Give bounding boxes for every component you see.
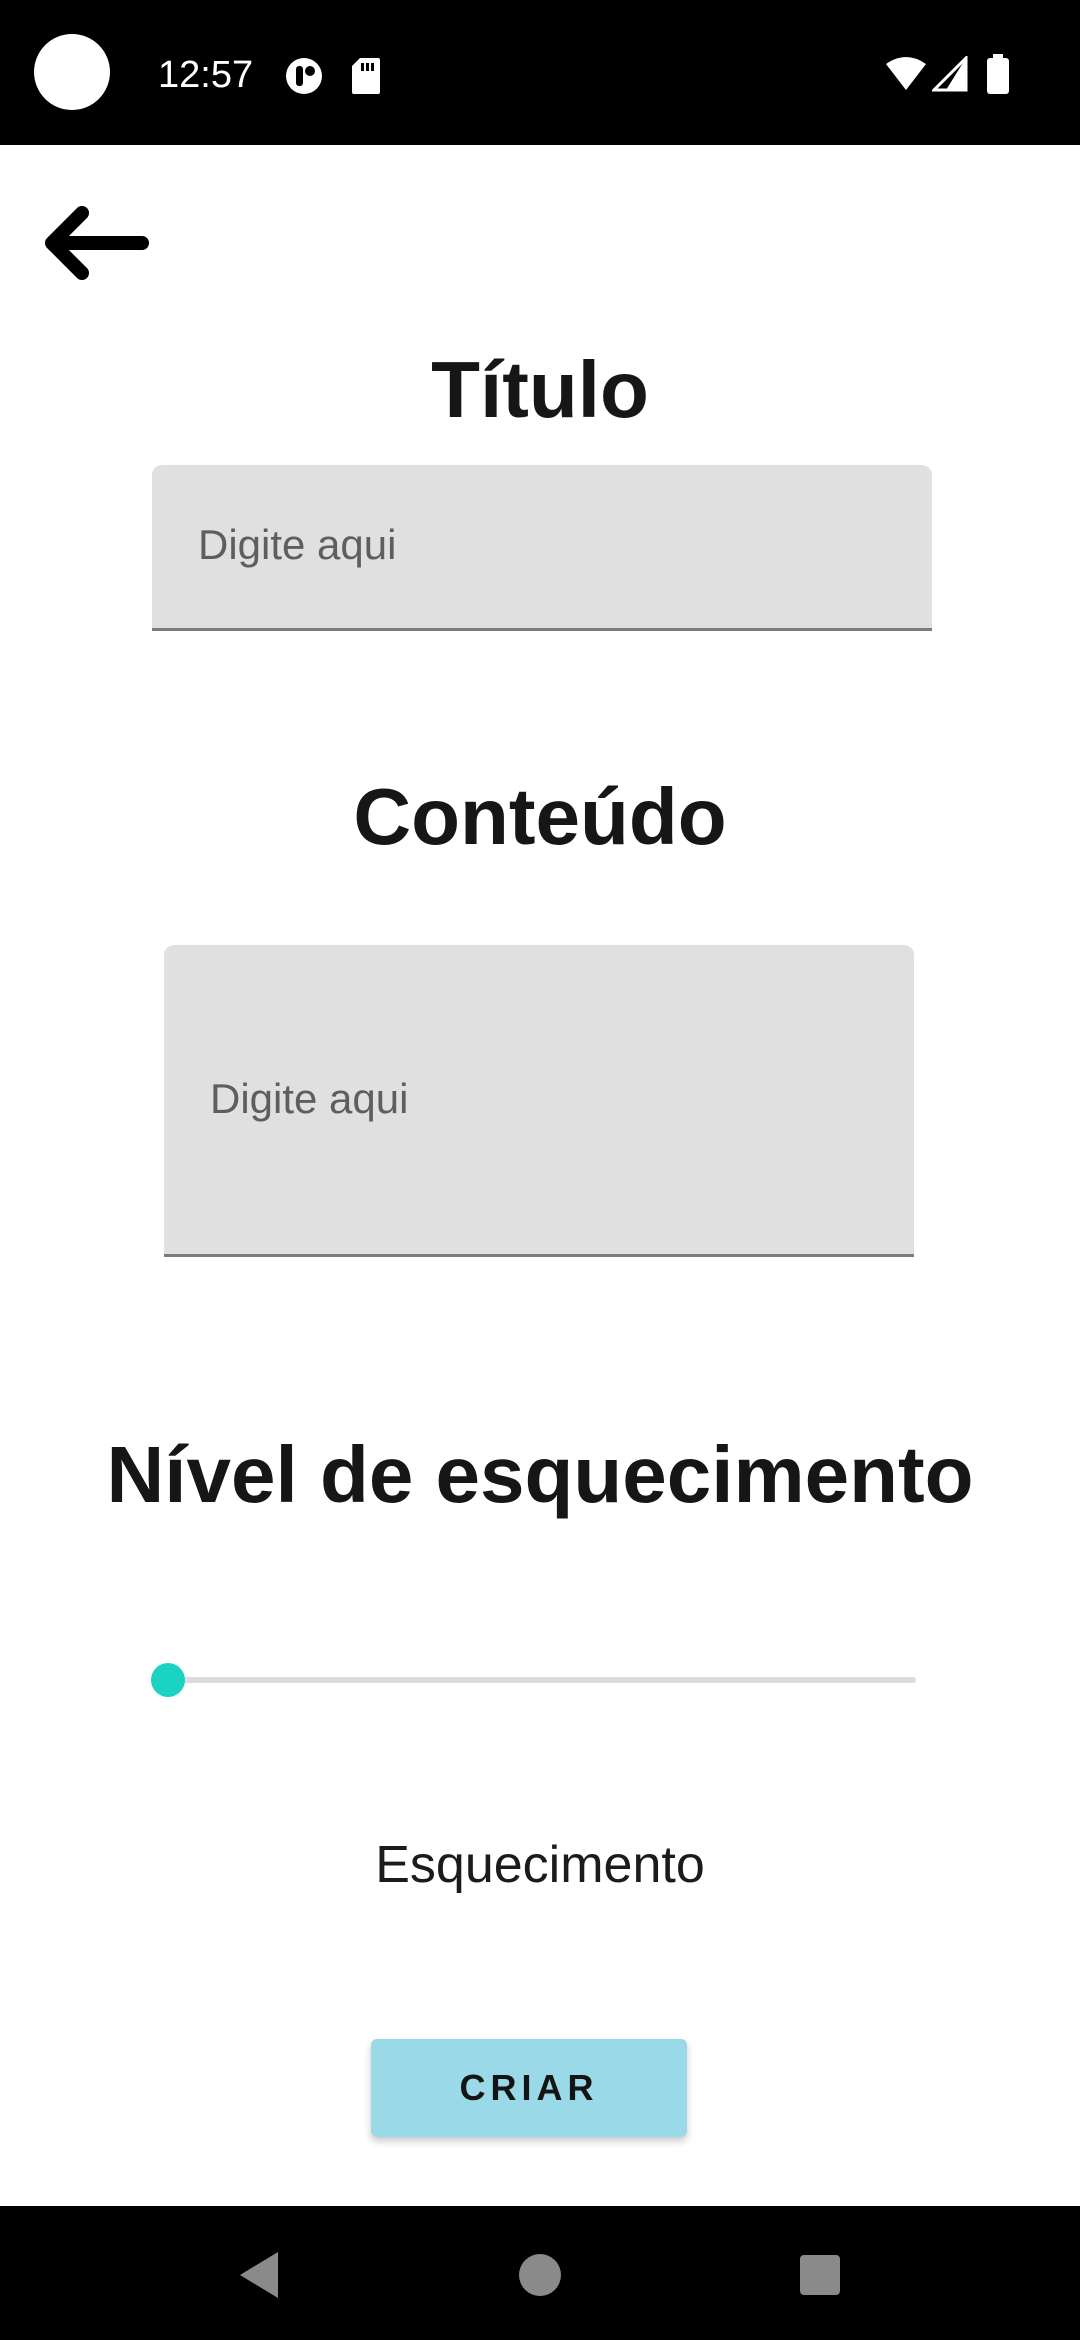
status-time: 12:57 — [158, 54, 254, 96]
camera-cutout — [34, 34, 110, 110]
status-bar: 12:57 — [0, 0, 1080, 145]
nav-home-button[interactable] — [495, 2230, 585, 2320]
forgetting-level-slider[interactable] — [150, 1655, 916, 1705]
signal-icon — [932, 56, 968, 92]
notification-app-icon — [286, 58, 322, 94]
navigation-bar — [0, 2206, 1080, 2340]
square-recents-icon — [800, 2255, 840, 2295]
wifi-icon — [886, 57, 926, 90]
content-heading: Conteúdo — [353, 772, 727, 861]
content-input[interactable]: Digite aqui — [164, 945, 914, 1257]
slider-thumb[interactable] — [151, 1663, 185, 1697]
title-input-placeholder: Digite aqui — [198, 521, 397, 568]
battery-icon — [987, 54, 1009, 94]
triangle-back-icon — [240, 2252, 278, 2298]
main-screen: Título Digite aqui Conteúdo Digite aqui … — [0, 145, 1080, 2206]
slider-track — [168, 1677, 916, 1683]
content-input-placeholder: Digite aqui — [210, 1075, 409, 1122]
create-button[interactable]: CRIAR — [371, 2039, 687, 2137]
sd-card-icon — [352, 58, 380, 94]
title-heading: Título — [431, 345, 649, 434]
forgetting-level-caption: Esquecimento — [375, 1836, 705, 1894]
circle-home-icon — [519, 2254, 561, 2296]
title-input[interactable]: Digite aqui — [152, 465, 932, 631]
forgetting-level-heading: Nível de esquecimento — [106, 1430, 974, 1519]
back-button[interactable] — [40, 195, 160, 295]
arrow-left-icon — [45, 206, 149, 280]
nav-recents-button[interactable] — [775, 2230, 865, 2320]
nav-back-button[interactable] — [220, 2230, 310, 2320]
